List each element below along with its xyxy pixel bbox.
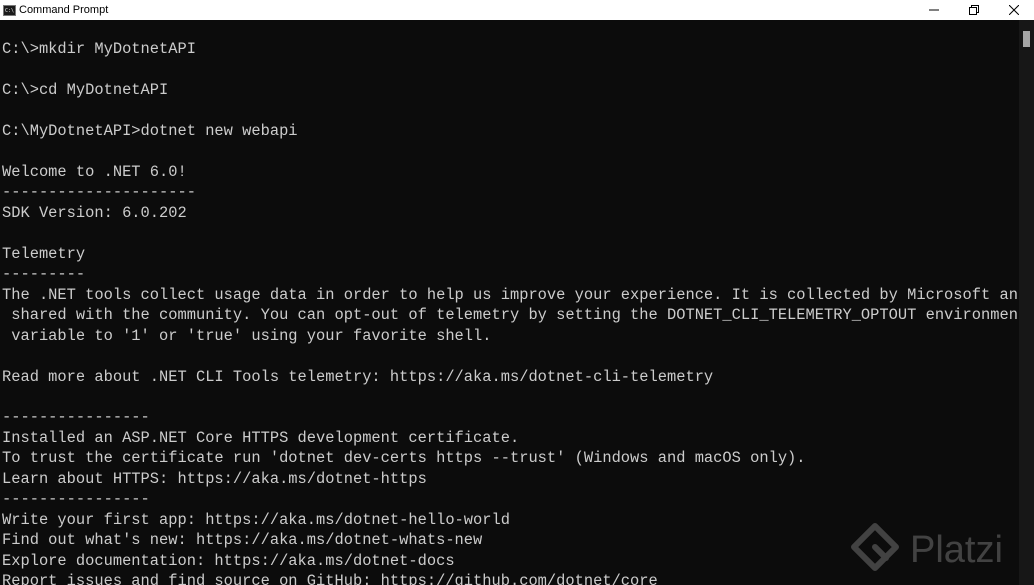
- console-line: Read more about .NET CLI Tools telemetry…: [2, 367, 714, 386]
- console-line: To trust the certificate run 'dotnet dev…: [2, 449, 806, 468]
- platzi-watermark: Platzi: [850, 520, 1020, 580]
- console-line: Installed an ASP.NET Core HTTPS developm…: [2, 428, 520, 447]
- console-line: The .NET tools collect usage data in ord…: [2, 285, 1019, 304]
- console-line: C:\>mkdir MyDotnetAPI: [2, 40, 196, 58]
- platzi-logo-icon: [851, 523, 899, 571]
- console-line: Welcome to .NET 6.0!: [2, 162, 187, 181]
- maximize-button[interactable]: [954, 0, 994, 20]
- console-line: ----------------: [2, 408, 150, 427]
- close-icon: [1009, 5, 1019, 15]
- vertical-scrollbar[interactable]: [1019, 20, 1034, 585]
- console-lines: C:\>mkdir MyDotnetAPI C:\>cd MyDotnetAPI C…: [2, 39, 1019, 585]
- console-line: variable to '1' or 'true' using your fav…: [2, 326, 492, 345]
- console-line: shared with the community. You can opt-o…: [2, 306, 1019, 325]
- close-button[interactable]: [994, 0, 1034, 20]
- console-line: ---------------------: [2, 183, 196, 202]
- console-line: C:\>cd MyDotnetAPI: [2, 80, 169, 99]
- console-line: C:\MyDotnetAPI>dotnet new webapi: [2, 121, 298, 140]
- command-prompt-window: C:\ Command Prompt C:\>mkdir MyDotnetAPI…: [0, 0, 1034, 585]
- minimize-button[interactable]: [914, 0, 954, 20]
- window-title: Command Prompt: [19, 4, 109, 16]
- console-line: ---------: [2, 265, 86, 284]
- console-line: Telemetry: [2, 244, 86, 263]
- console-line: ----------------: [2, 490, 150, 509]
- console-line: SDK Version: 6.0.202: [2, 203, 187, 222]
- cmd-icon[interactable]: C:\: [3, 4, 16, 16]
- console-line: Learn about HTTPS: https://aka.ms/dotnet…: [2, 469, 427, 488]
- minimize-icon: [929, 9, 939, 11]
- restore-icon: [969, 5, 979, 15]
- title-bar[interactable]: C:\ Command Prompt: [0, 0, 1034, 20]
- console-output[interactable]: C:\>mkdir MyDotnetAPI C:\>cd MyDotnetAPI C…: [0, 20, 1019, 585]
- caption-buttons: [914, 0, 1034, 20]
- watermark-text: Platzi: [910, 528, 1003, 571]
- scrollbar-thumb[interactable]: [1023, 31, 1030, 47]
